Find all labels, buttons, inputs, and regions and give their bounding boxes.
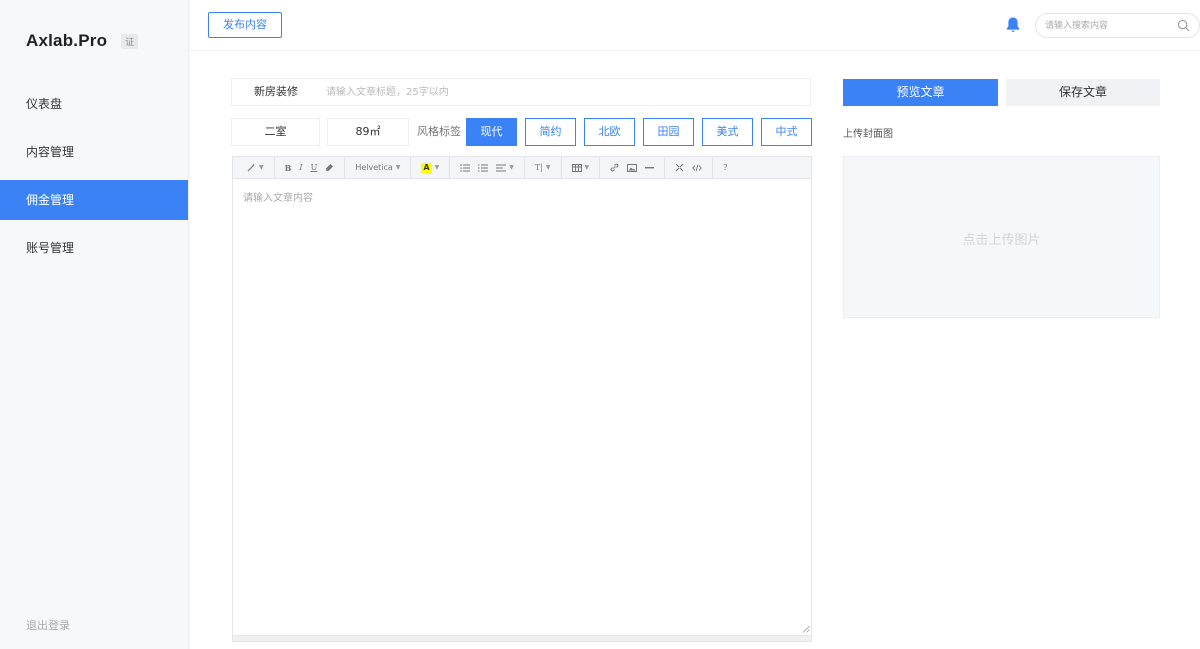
brand: Axlab.Pro 证 xyxy=(26,31,139,51)
title-row: 新房装修 xyxy=(231,78,811,106)
image-icon[interactable] xyxy=(623,157,641,179)
italic-button[interactable]: I xyxy=(295,157,306,179)
top-header: 发布内容 xyxy=(189,0,1200,51)
code-view-icon[interactable] xyxy=(688,157,706,179)
align-icon[interactable]: ▼ xyxy=(492,157,518,179)
style-tag-nordic[interactable]: 北欧 xyxy=(584,118,635,146)
sidebar-item-commission[interactable]: 佣金管理 xyxy=(0,180,188,220)
style-tag-american[interactable]: 美式 xyxy=(702,118,753,146)
cover-upload-text: 点击上传图片 xyxy=(962,233,1041,248)
search-box xyxy=(1035,13,1200,38)
bell-icon[interactable] xyxy=(1005,16,1021,34)
sidebar-nav: 仪表盘 内容管理 佣金管理 账号管理 xyxy=(0,84,188,276)
sidebar: Axlab.Pro 证 仪表盘 内容管理 佣金管理 账号管理 退出登录 xyxy=(0,0,189,649)
sidebar-item-content[interactable]: 内容管理 xyxy=(0,132,188,172)
editor-toolbar: ▼ B I U Helvetica ▼ A ▼ ▼ T| ▼ ▼ ? xyxy=(233,156,811,179)
brand-name: Axlab.Pro xyxy=(26,31,108,50)
style-tag-chinese[interactable]: 中式 xyxy=(761,118,812,146)
style-tag-label: 风格标签 xyxy=(417,125,461,138)
verified-badge: 证 xyxy=(121,33,139,49)
highlight-icon: A xyxy=(421,162,432,173)
preview-article-button[interactable]: 预览文章 xyxy=(843,79,998,106)
style-tag-modern[interactable]: 现代 xyxy=(466,118,517,146)
fullscreen-icon[interactable] xyxy=(671,157,688,179)
style-tag-pastoral[interactable]: 田园 xyxy=(643,118,694,146)
logout-link[interactable]: 退出登录 xyxy=(26,617,70,633)
horizontal-rule-icon[interactable] xyxy=(641,157,658,179)
search-input[interactable] xyxy=(1045,18,1165,34)
unordered-list-icon[interactable] xyxy=(456,157,474,179)
highlight-color-button[interactable]: A ▼ xyxy=(417,157,443,179)
bold-button[interactable]: B xyxy=(281,157,296,179)
font-family-value: Helvetica xyxy=(355,162,393,172)
text-size-dropdown[interactable]: T| ▼ xyxy=(531,157,555,179)
sidebar-item-account[interactable]: 账号管理 xyxy=(0,228,188,268)
table-icon[interactable]: ▼ xyxy=(568,157,594,179)
resize-handle-icon[interactable] xyxy=(802,625,810,633)
save-article-button[interactable]: 保存文章 xyxy=(1006,79,1160,106)
rooms-field[interactable]: 二室 xyxy=(231,118,320,146)
font-family-dropdown[interactable]: Helvetica ▼ xyxy=(351,157,404,179)
cover-upload-area[interactable]: 点击上传图片 xyxy=(843,156,1160,318)
editor-statusbar xyxy=(233,635,811,641)
cover-upload-label: 上传封面图 xyxy=(843,129,893,140)
publish-content-button[interactable]: 发布内容 xyxy=(208,12,282,38)
help-button[interactable]: ? xyxy=(719,157,731,179)
link-icon[interactable] xyxy=(606,157,623,179)
article-category[interactable]: 新房装修 xyxy=(254,79,298,105)
article-title-input[interactable] xyxy=(326,84,796,100)
editor-content-placeholder[interactable]: 请输入文章内容 xyxy=(243,189,313,204)
search-icon[interactable] xyxy=(1177,19,1190,32)
eraser-icon[interactable] xyxy=(321,157,338,179)
magic-wand-icon[interactable]: ▼ xyxy=(243,157,268,179)
rich-text-editor: ▼ B I U Helvetica ▼ A ▼ ▼ T| ▼ ▼ ? 请输入文章… xyxy=(232,156,812,642)
text-size-icon: T| xyxy=(534,162,543,172)
area-field[interactable]: 89㎡ xyxy=(327,118,409,146)
sidebar-item-dashboard[interactable]: 仪表盘 xyxy=(0,84,188,124)
ordered-list-icon[interactable] xyxy=(474,157,492,179)
style-tag-simple[interactable]: 简约 xyxy=(525,118,576,146)
underline-button[interactable]: U xyxy=(307,157,322,179)
